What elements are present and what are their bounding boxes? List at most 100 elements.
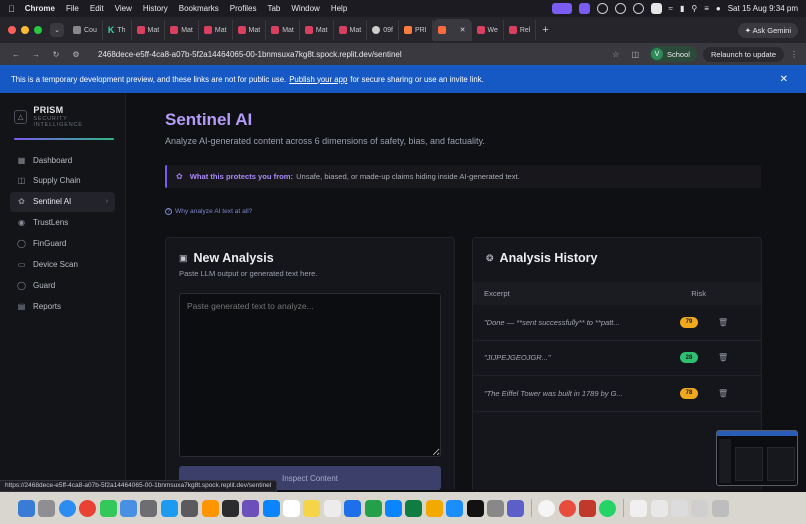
menu-profiles[interactable]: Profiles [230,4,257,13]
finder-icon[interactable] [18,499,35,517]
freeform-icon[interactable] [344,499,362,517]
browser-tab[interactable]: K Th [103,20,132,40]
reload-button[interactable]: ↻ [48,50,64,59]
facetime-icon[interactable] [262,499,280,517]
downloads-icon[interactable] [650,499,668,517]
publish-app-link[interactable]: Publish your app [289,75,347,84]
screenshot-icon[interactable] [670,499,688,517]
ask-gemini-button[interactable]: ✦ Ask Gemini [737,22,798,38]
record-icon[interactable] [614,3,626,14]
content-textarea[interactable] [179,293,441,457]
settings-icon[interactable] [181,499,199,517]
more-menu-icon[interactable]: ⋮ [790,50,798,59]
relaunch-button[interactable]: Relaunch to update [702,46,784,62]
close-banner-icon[interactable]: ✕ [780,74,788,85]
teams-icon[interactable] [507,499,525,517]
menu-bookmarks[interactable]: Bookmarks [179,4,219,13]
capcut-icon[interactable] [466,499,484,517]
excel-icon[interactable] [405,499,423,517]
messages-icon[interactable] [99,499,117,517]
browser-tab[interactable]: We [472,20,504,40]
close-tab-icon[interactable]: ✕ [460,26,466,34]
tab-search-dropdown[interactable]: ⌄ [50,23,64,37]
siri-icon[interactable]: ● [716,4,721,13]
menu-history[interactable]: History [143,4,168,13]
mail-icon[interactable] [119,499,137,517]
openai-icon[interactable] [596,3,608,14]
sidebar-item-guard[interactable]: ◯ Guard [10,275,115,295]
safari-icon[interactable] [58,499,76,517]
close-window-icon[interactable] [8,26,16,34]
table-row[interactable]: "JIJPEJGEOJGR..." 28 🗑 [473,341,761,376]
sidebar-item-dashboard[interactable]: ▦ Dashboard [10,150,115,170]
site-info-icon[interactable]: ⚙ [68,50,84,59]
system-preferences-icon[interactable] [486,499,504,517]
reminders-icon[interactable] [323,499,341,517]
browser-tab[interactable]: Mat [334,20,368,40]
browser-tab[interactable]: 09f [367,20,399,40]
font-menu-icon[interactable] [650,3,662,14]
chatgpt-icon[interactable] [538,499,556,517]
menubar-clock[interactable]: Sat 15 Aug 9:34 pm [728,4,798,13]
app-status-icon[interactable] [578,3,590,14]
play-icon[interactable] [632,3,644,14]
browser-tab[interactable]: Cou [68,20,103,40]
forward-button[interactable]: → [28,50,44,59]
extensions-icon[interactable]: ◫ [631,50,639,59]
browser-tab[interactable]: PRI [399,20,433,40]
browser-tab[interactable]: Mat [233,20,267,40]
sidebar-item-reports[interactable]: ▤ Reports [10,296,115,316]
menu-help[interactable]: Help [331,4,347,13]
menu-app[interactable]: Chrome [25,4,55,13]
browser-tab[interactable]: Mat [199,20,233,40]
trash-bin-icon[interactable] [711,499,729,517]
browser-tab[interactable]: Mat [300,20,334,40]
wifi-icon[interactable]: ≈ [669,4,673,13]
battery-icon[interactable]: ▮ [680,4,684,13]
sidebar-item-finguard[interactable]: ◯ FinGuard [10,234,115,254]
browser-tab[interactable]: Mat [132,20,166,40]
pages-icon[interactable] [425,499,443,517]
apple-icon[interactable]:  [8,4,15,14]
calendar-icon[interactable] [283,499,301,517]
terminal-icon[interactable] [221,499,239,517]
launchpad-icon[interactable] [38,499,56,517]
address-bar[interactable]: 2468dece-e5ff-4ca8-a07b-5f2a14464065-00-… [92,46,606,62]
sidebar-item-trustlens[interactable]: ◉ TrustLens [10,213,115,233]
browser-tab[interactable]: Rel [504,20,537,40]
trash-icon[interactable]: 🗑 [718,353,728,362]
chrome-icon[interactable] [79,499,97,517]
whatsapp-icon[interactable] [599,499,617,517]
menu-window[interactable]: Window [291,4,319,13]
bookmark-star-icon[interactable]: ☆ [612,50,619,59]
trash-icon[interactable]: 🗑 [718,389,728,398]
numbers-icon[interactable] [364,499,382,517]
recorder-icon[interactable] [558,499,576,517]
menu-edit[interactable]: Edit [90,4,104,13]
why-analyze-link[interactable]: ? Why analyze AI text at all? [165,208,252,215]
xcode-icon[interactable] [446,499,464,517]
menu-tab[interactable]: Tab [267,4,280,13]
sidebar-item-sentinel-ai[interactable]: ✿ Sentinel AI › [10,191,115,212]
browser-tab-active[interactable]: ✕ [432,19,472,41]
table-row[interactable]: "Done — **sent successfully** to **patt.… [473,305,761,341]
screen-recorder-icon[interactable] [578,499,596,517]
minimize-window-icon[interactable] [21,26,29,34]
app-store-icon[interactable] [160,499,178,517]
menu-file[interactable]: File [66,4,79,13]
contacts-icon[interactable] [140,499,158,517]
trash-icon[interactable]: 🗑 [718,318,728,327]
folder-icon[interactable] [691,499,709,517]
control-center-icon[interactable]: ≡ [704,4,709,13]
maximize-window-icon[interactable] [34,26,42,34]
zoom-icon[interactable] [242,499,260,517]
profile-chip[interactable]: V School [649,46,697,62]
menu-view[interactable]: View [115,4,132,13]
brand[interactable]: △ PRISM SECURITY INTELLIGENCE [10,105,115,128]
spotlight-search-icon[interactable]: ⚲ [691,4,697,13]
screen-thumbnail-preview[interactable] [716,430,798,486]
photos-icon[interactable] [201,499,219,517]
notes-icon[interactable] [303,499,321,517]
document-icon[interactable] [630,499,648,517]
keynote-icon[interactable] [385,499,403,517]
